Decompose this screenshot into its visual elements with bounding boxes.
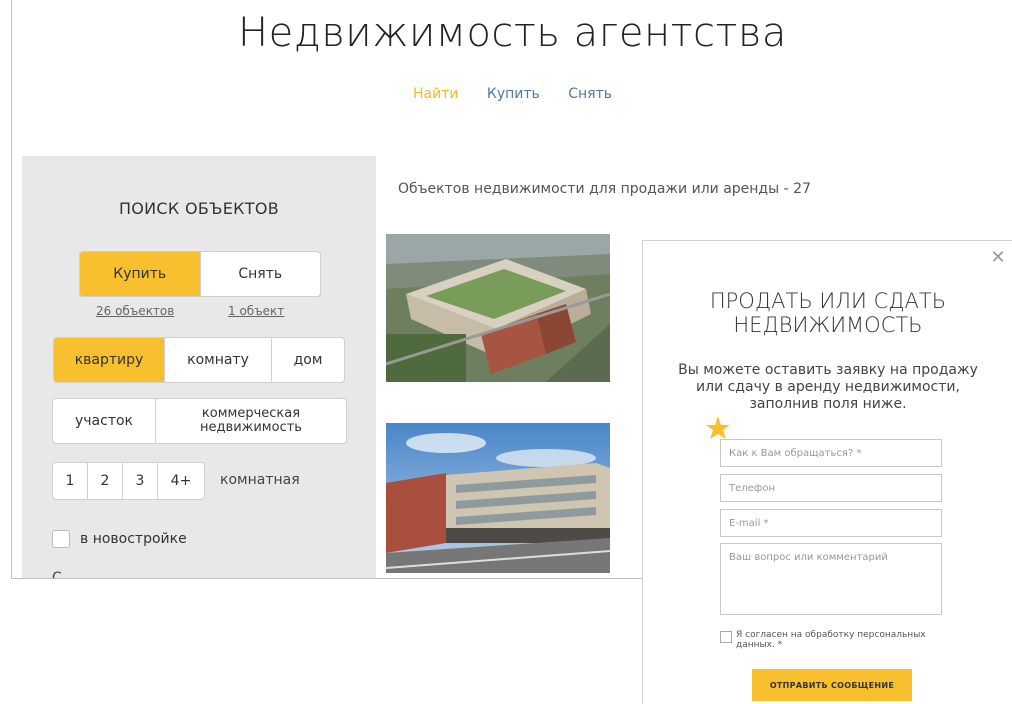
results-count: Объектов недвижимости для продажи или ар…	[398, 181, 811, 197]
aerial-complex-illustration	[386, 234, 610, 382]
deal-buy-button[interactable]: Купить	[80, 252, 201, 296]
consent-checkbox[interactable]	[720, 631, 732, 643]
deal-type-switch: Купить Снять	[79, 251, 321, 297]
rooms-2-button[interactable]: 2	[88, 463, 123, 499]
listing-peek	[642, 232, 1012, 240]
new-building-checkbox[interactable]	[52, 530, 70, 548]
deal-rent-button[interactable]: Снять	[201, 252, 321, 296]
close-icon[interactable]: ✕	[989, 249, 1007, 267]
new-building-filter[interactable]: в новостройке	[52, 530, 187, 548]
nav-buy[interactable]: Купить	[487, 86, 540, 102]
comment-textarea[interactable]: Ваш вопрос или комментарий	[720, 543, 942, 615]
type-commercial-button[interactable]: коммерческая недвижимость	[156, 399, 346, 443]
type-house-button[interactable]: дом	[272, 338, 344, 382]
rooms-4plus-button[interactable]: 4+	[158, 463, 204, 499]
submit-button[interactable]: ОТПРАВИТЬ СООБЩЕНИЕ	[752, 669, 912, 701]
rent-count-link[interactable]: 1 объект	[228, 304, 284, 318]
nav-rent[interactable]: Снять	[568, 86, 612, 102]
listing-image-2[interactable]	[386, 423, 610, 573]
rooms-3-button[interactable]: 3	[123, 463, 158, 499]
name-input[interactable]: Как к Вам обращаться? *	[720, 439, 942, 467]
site-title: Недвижимость агентства	[238, 10, 787, 56]
rooms-1-button[interactable]: 1	[53, 463, 88, 499]
page: Недвижимость агентства Найти Купить Снят…	[0, 0, 1012, 704]
rooms-label: комнатная	[220, 472, 300, 488]
phone-input[interactable]: Телефон	[720, 474, 942, 502]
consent-row[interactable]: Я согласен на обработку персональных дан…	[720, 630, 950, 650]
truncated-label: С	[52, 570, 62, 579]
modal-title-text: ПРОДАТЬ ИЛИ СДАТЬ НЕДВИЖИМОСТЬ	[709, 289, 947, 337]
property-type-row-1: квартиру комнату дом	[53, 337, 345, 383]
new-building-label: в новостройке	[80, 531, 187, 547]
buy-count-link[interactable]: 26 объектов	[96, 304, 174, 318]
modal-description: Вы можете оставить заявку на продажу или…	[678, 362, 978, 412]
consent-label: Я согласен на обработку персональных дан…	[736, 630, 926, 650]
type-commercial-label: коммерческая недвижимость	[200, 406, 302, 435]
nav-find[interactable]: Найти	[413, 86, 458, 102]
type-room-button[interactable]: комнату	[165, 338, 272, 382]
search-sidebar: ПОИСК ОБЪЕКТОВ Купить Снять 26 объектов …	[22, 156, 376, 579]
type-apartment-button[interactable]: квартиру	[54, 338, 165, 382]
property-type-row-2: участок коммерческая недвижимость	[52, 398, 347, 444]
star-icon	[706, 416, 730, 439]
top-nav: Найти Купить Снять	[12, 86, 1012, 102]
email-input[interactable]: E-mail *	[720, 509, 942, 537]
modal-title: ПРОДАТЬ ИЛИ СДАТЬ НЕДВИЖИМОСТЬ	[643, 289, 1012, 337]
listing-image-1[interactable]	[386, 234, 610, 382]
sell-rent-modal: ✕ ПРОДАТЬ ИЛИ СДАТЬ НЕДВИЖИМОСТЬ Вы може…	[642, 240, 1012, 704]
rooms-selector: 1 2 3 4+	[52, 462, 205, 500]
type-plot-button[interactable]: участок	[53, 399, 156, 443]
search-title: ПОИСК ОБЪЕКТОВ	[118, 199, 280, 218]
street-building-illustration	[386, 423, 610, 573]
